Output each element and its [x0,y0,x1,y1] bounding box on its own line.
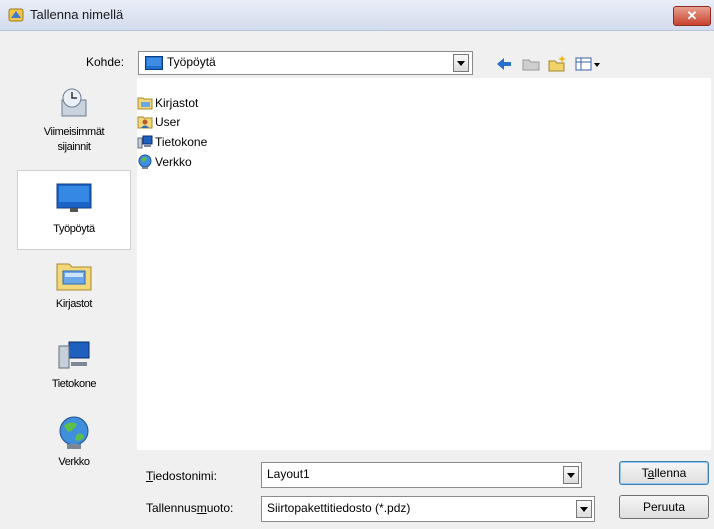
filename-value: Layout1 [267,467,310,481]
window-title: Tallenna nimellä [30,7,124,22]
close-icon: ✕ [686,8,698,23]
network-icon [138,154,152,169]
place-label: Verkko [58,456,90,468]
place-libraries[interactable]: Kirjastot [17,256,131,326]
place-label: Tietokone [51,378,97,390]
file-item-label: Kirjastot [155,96,199,110]
place-label: Työpöytä [53,223,95,235]
computer-icon [58,341,90,369]
computer-icon [137,135,153,149]
up-folder-icon[interactable] [521,54,541,74]
chevron-down-icon[interactable] [576,500,592,518]
desktop-icon [56,183,92,212]
place-network[interactable]: Verkko [17,414,131,486]
chevron-down-icon[interactable] [453,54,469,72]
place-computer[interactable]: Tietokone [17,336,131,406]
place-recent[interactable]: Viimeisimmät sijainnit [17,80,131,162]
location-value: Työpöytä [167,55,216,69]
place-label: Kirjastot [55,298,93,310]
place-desktop[interactable]: Työpöytä [17,170,131,250]
filename-label: Tiedostonimi: [146,469,217,483]
filetype-select[interactable]: Siirtopakettitiedosto (*.pdz) [261,496,595,522]
chevron-down-icon[interactable] [563,466,579,484]
network-icon [59,416,89,449]
app-icon [8,8,24,22]
filename-input[interactable]: Layout1 [261,462,582,488]
places-bar: Viimeisimmät sijainnit Työpöytä Kirjasto… [17,78,131,522]
save-as-dialog: Tallenna nimellä ✕ Kohde: Työpöytä Viime… [0,0,714,529]
location-combo[interactable]: Työpöytä [138,51,473,75]
file-item-label: User [155,115,181,129]
cancel-button[interactable]: Peruuta [619,495,709,519]
user-folder-icon [137,116,153,129]
new-folder-icon[interactable] [547,54,567,74]
filetype-value: Siirtopakettitiedosto (*.pdz) [267,501,411,515]
place-label: Viimeisimmät [43,126,105,138]
libraries-icon [56,263,92,291]
libraries-icon [137,97,153,110]
place-label-2: sijainnit [57,141,91,153]
desktop-icon [145,56,163,70]
file-list[interactable]: Kirjastot User Tietokone Verkko [137,78,711,450]
recent-places-icon [61,88,87,117]
back-icon[interactable] [494,54,514,74]
save-button[interactable]: Tallenna [619,461,709,485]
file-item-label: Tietokone [155,135,208,149]
filetype-label: Tallennusmuoto: [146,501,234,515]
view-menu-icon[interactable] [574,54,602,74]
location-label: Kohde: [86,55,125,69]
title-bar: Tallenna nimellä ✕ [0,0,714,31]
file-item-label: Verkko [155,155,192,169]
close-button[interactable]: ✕ [673,6,711,26]
